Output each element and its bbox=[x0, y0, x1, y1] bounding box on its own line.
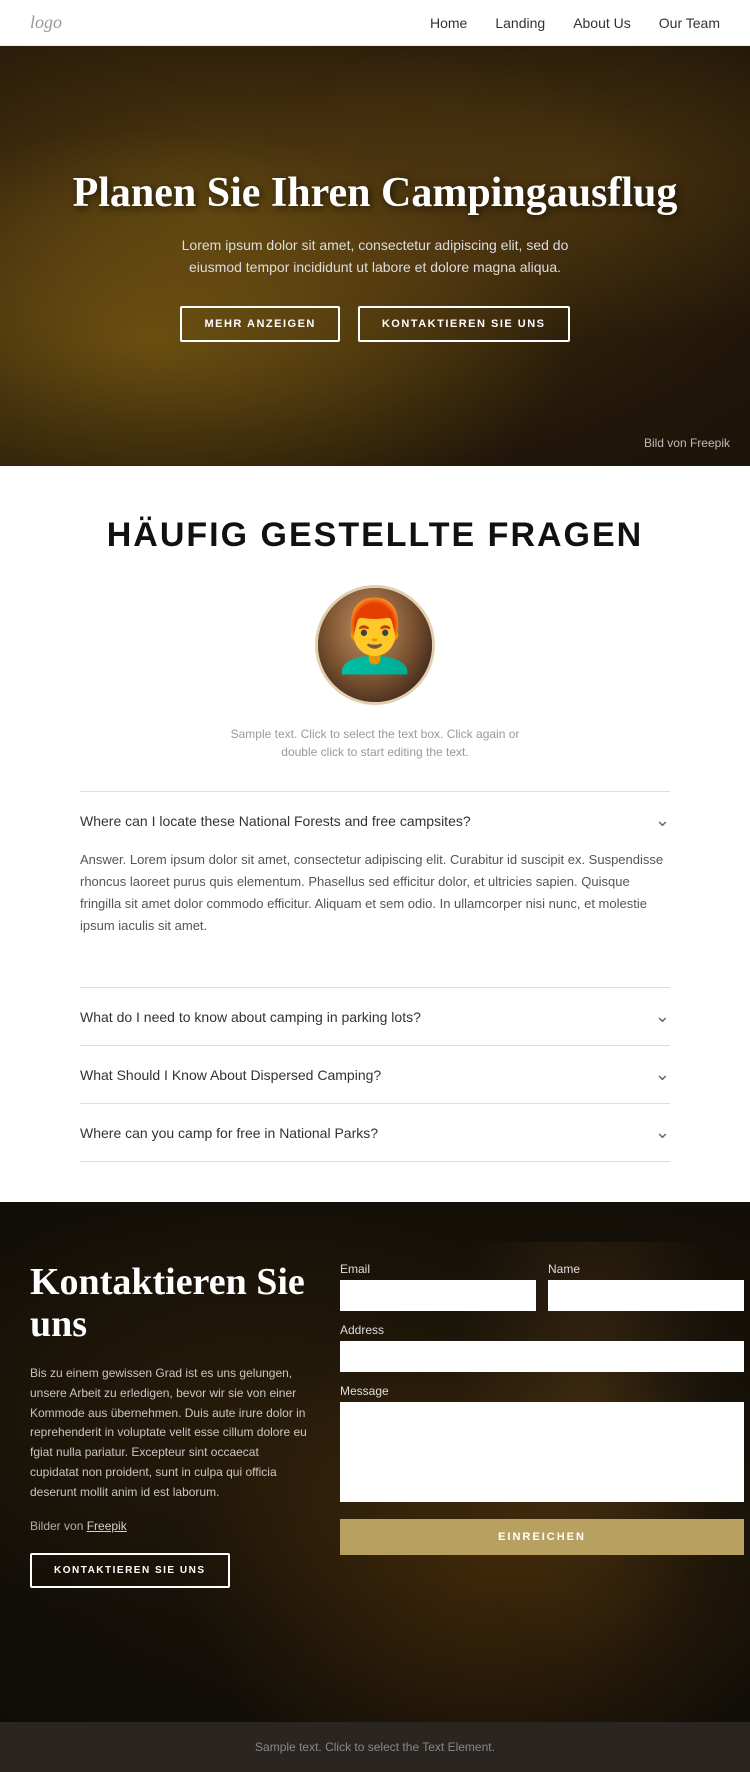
hero-credit: Bild von Freepik bbox=[644, 436, 730, 450]
faq-item-1: Where can I locate these National Forest… bbox=[80, 791, 670, 987]
faq-answer-1: Answer. Lorem ipsum dolor sit amet, cons… bbox=[80, 849, 670, 987]
hero-contact-button[interactable]: KONTAKTIEREN SIE UNS bbox=[358, 306, 570, 342]
hero-title: Planen Sie Ihren Campingausflug bbox=[73, 170, 678, 216]
faq-item-2: What do I need to know about camping in … bbox=[80, 987, 670, 1045]
faq-question-text-4: Where can you camp for free in National … bbox=[80, 1125, 378, 1141]
form-row-email-name: Email Name bbox=[340, 1262, 744, 1311]
hero-description: Lorem ipsum dolor sit amet, consectetur … bbox=[165, 234, 585, 279]
footer-text: Sample text. Click to select the Text El… bbox=[18, 1740, 732, 1754]
contact-title: Kontaktieren Sie uns bbox=[30, 1262, 310, 1346]
faq-question-text-3: What Should I Know About Dispersed Campi… bbox=[80, 1067, 381, 1083]
contact-description: Bis zu einem gewissen Grad ist es uns ge… bbox=[30, 1364, 310, 1503]
nav-team[interactable]: Our Team bbox=[659, 15, 720, 31]
hero-section: Planen Sie Ihren Campingausflug Lorem ip… bbox=[0, 46, 750, 466]
footer: Sample text. Click to select the Text El… bbox=[0, 1722, 750, 1772]
faq-item-3: What Should I Know About Dispersed Campi… bbox=[80, 1045, 670, 1103]
faq-chevron-3: ⌄ bbox=[655, 1064, 670, 1085]
faq-chevron-1: ⌄ bbox=[655, 810, 670, 831]
name-input[interactable] bbox=[548, 1280, 744, 1311]
hero-more-button[interactable]: MEHR ANZEIGEN bbox=[180, 306, 339, 342]
form-group-address: Address bbox=[340, 1323, 744, 1372]
form-group-email: Email bbox=[340, 1262, 536, 1311]
navbar: logo Home Landing About Us Our Team bbox=[0, 0, 750, 46]
faq-chevron-4: ⌄ bbox=[655, 1122, 670, 1143]
email-input[interactable] bbox=[340, 1280, 536, 1311]
address-input[interactable] bbox=[340, 1341, 744, 1372]
faq-sample-text: Sample text. Click to select the text bo… bbox=[215, 725, 535, 761]
contact-form: Email Name Address Message EINREICHEN bbox=[340, 1262, 744, 1672]
email-label: Email bbox=[340, 1262, 536, 1276]
faq-question-1[interactable]: Where can I locate these National Forest… bbox=[80, 792, 670, 849]
faq-item-4: Where can you camp for free in National … bbox=[80, 1103, 670, 1162]
nav-links: Home Landing About Us Our Team bbox=[430, 15, 720, 31]
faq-question-text-2: What do I need to know about camping in … bbox=[80, 1009, 421, 1025]
submit-button[interactable]: EINREICHEN bbox=[340, 1519, 744, 1555]
logo: logo bbox=[30, 12, 62, 33]
nav-home[interactable]: Home bbox=[430, 15, 467, 31]
faq-avatar-image bbox=[318, 588, 432, 702]
address-label: Address bbox=[340, 1323, 744, 1337]
faq-title: HÄUFIG GESTELLTE FRAGEN bbox=[80, 516, 670, 555]
contact-left-panel: Kontaktieren Sie uns Bis zu einem gewiss… bbox=[30, 1262, 310, 1672]
faq-question-text-1: Where can I locate these National Forest… bbox=[80, 813, 471, 829]
nav-landing[interactable]: Landing bbox=[495, 15, 545, 31]
contact-section: Kontaktieren Sie uns Bis zu einem gewiss… bbox=[0, 1202, 750, 1722]
form-group-name: Name bbox=[548, 1262, 744, 1311]
faq-chevron-2: ⌄ bbox=[655, 1006, 670, 1027]
contact-credit: Bilder von Freepik bbox=[30, 1519, 310, 1533]
nav-about[interactable]: About Us bbox=[573, 15, 631, 31]
faq-section: HÄUFIG GESTELLTE FRAGEN Sample text. Cli… bbox=[0, 466, 750, 1202]
faq-avatar bbox=[315, 585, 435, 705]
hero-buttons: MEHR ANZEIGEN KONTAKTIEREN SIE UNS bbox=[180, 306, 569, 342]
faq-question-4[interactable]: Where can you camp for free in National … bbox=[80, 1104, 670, 1161]
faq-question-2[interactable]: What do I need to know about camping in … bbox=[80, 988, 670, 1045]
message-label: Message bbox=[340, 1384, 744, 1398]
faq-question-3[interactable]: What Should I Know About Dispersed Campi… bbox=[80, 1046, 670, 1103]
contact-btn[interactable]: KONTAKTIEREN SIE UNS bbox=[30, 1553, 230, 1588]
message-input[interactable] bbox=[340, 1402, 744, 1502]
faq-list: Where can I locate these National Forest… bbox=[80, 791, 670, 1162]
form-group-message: Message bbox=[340, 1384, 744, 1507]
name-label: Name bbox=[548, 1262, 744, 1276]
contact-credit-link[interactable]: Freepik bbox=[87, 1519, 127, 1533]
